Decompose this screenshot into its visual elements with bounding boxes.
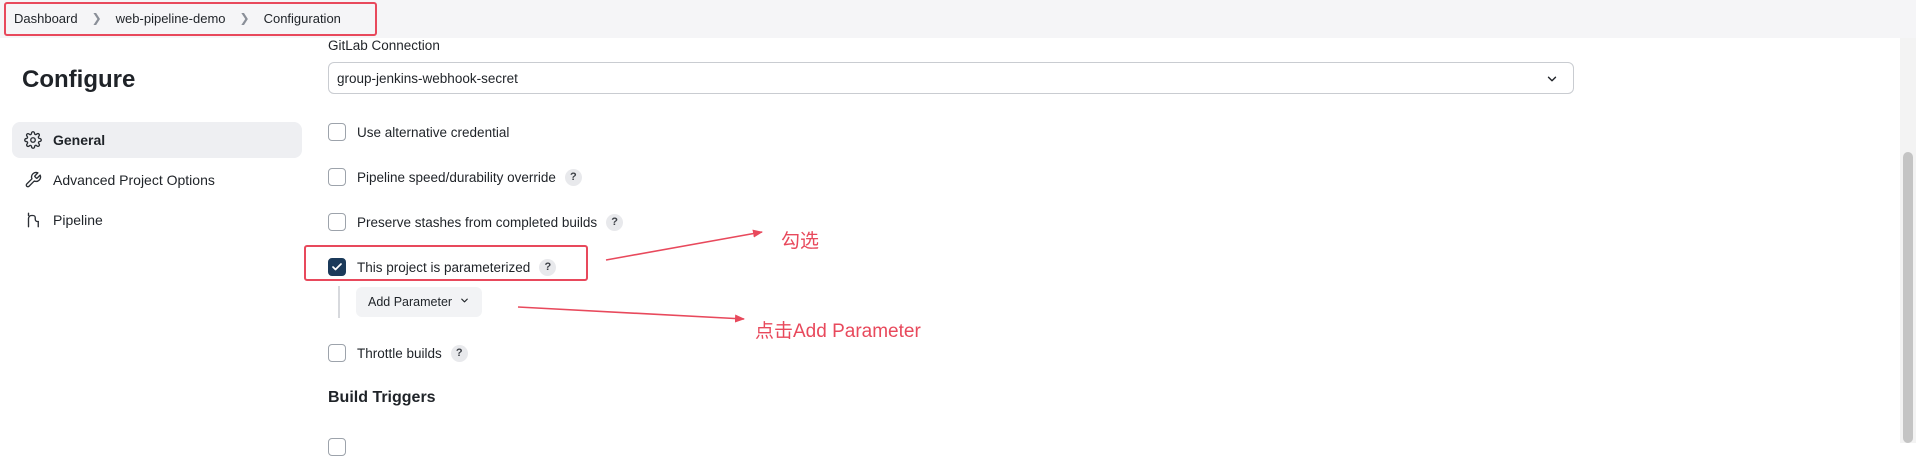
scrollbar-thumb[interactable] [1903, 152, 1913, 443]
arrow-to-check-annotation [605, 229, 763, 261]
annotation-click-add-parameter: 点击Add Parameter [755, 321, 921, 342]
annotation-arrows [517, 229, 763, 323]
arrow-to-click-annotation [517, 306, 745, 323]
annotation-check: 勾选 [781, 231, 820, 252]
